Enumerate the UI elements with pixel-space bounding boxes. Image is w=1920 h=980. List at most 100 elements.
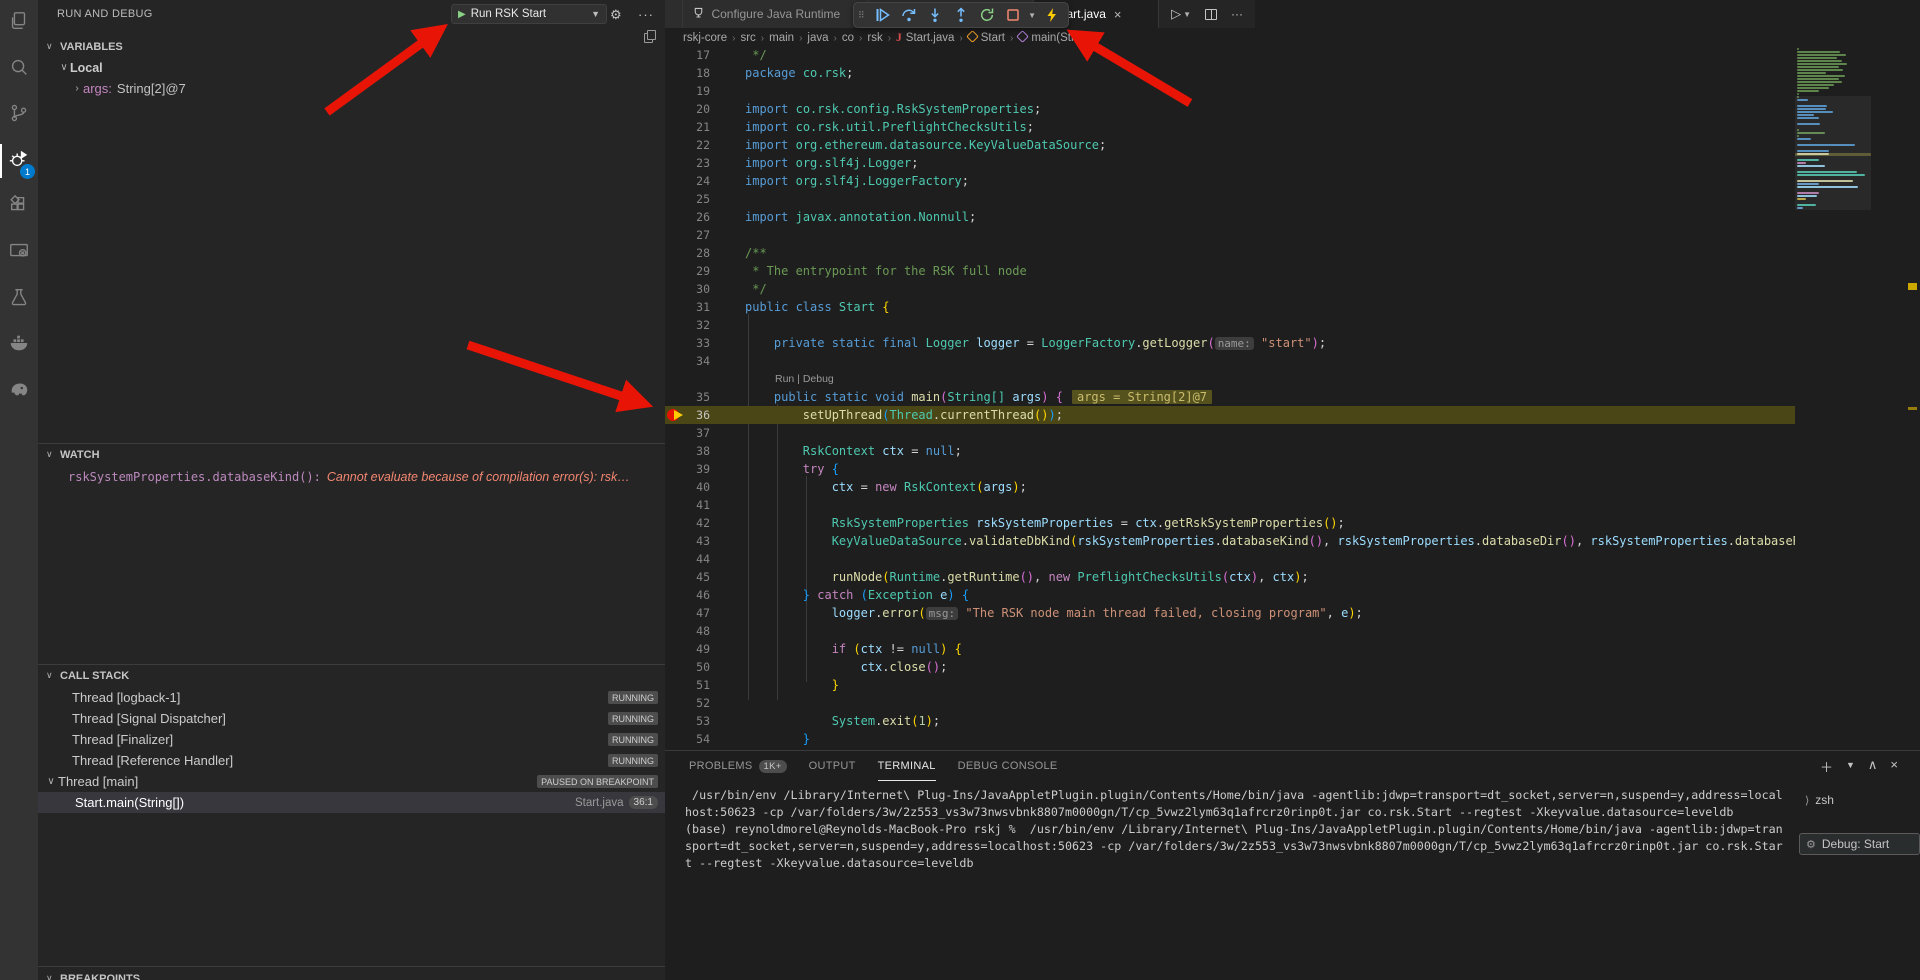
breadcrumb-item[interactable]: java xyxy=(807,32,828,44)
breakpoint-paused-icon[interactable] xyxy=(667,409,689,421)
line-number[interactable]: 29 xyxy=(665,262,710,280)
line-number[interactable]: 39 xyxy=(665,460,710,478)
close-panel-icon[interactable]: × xyxy=(1890,757,1898,776)
line-number[interactable]: 21 xyxy=(665,118,710,136)
drag-grip-icon[interactable]: ⠿ xyxy=(858,12,868,19)
breadcrumb-item[interactable]: rsk xyxy=(867,32,882,44)
call-stack-thread-row[interactable]: Thread [Reference Handler]RUNNING xyxy=(38,750,665,771)
variables-scope-local[interactable]: ∨ Local xyxy=(38,57,665,78)
restart-button[interactable] xyxy=(976,4,999,26)
continue-button[interactable] xyxy=(871,4,894,26)
line-number[interactable]: 30 xyxy=(665,280,710,298)
line-number[interactable]: 50 xyxy=(665,658,710,676)
watch-expression-row[interactable]: rskSystemProperties.databaseKind(): Cann… xyxy=(38,466,665,487)
line-number[interactable]: 25 xyxy=(665,190,710,208)
stop-menu-chevron-icon[interactable]: ▼ xyxy=(1028,11,1038,20)
maximize-panel-icon[interactable]: ∧ xyxy=(1868,757,1878,776)
stop-button[interactable] xyxy=(1002,4,1025,26)
editor-tab-configure-java-runtime[interactable]: Configure Java Runtime xyxy=(683,0,869,28)
panel-tab-terminal[interactable]: TERMINAL xyxy=(878,751,936,781)
terminal-item-zsh[interactable]: ⟩zsh xyxy=(1799,789,1920,811)
line-number[interactable]: 45 xyxy=(665,568,710,586)
chevron-down-icon[interactable]: ▼ xyxy=(591,9,600,19)
more-actions-icon[interactable]: ··· xyxy=(1231,7,1243,21)
activity-item-run-and-debug[interactable]: 1 xyxy=(0,138,38,184)
line-number[interactable]: 27 xyxy=(665,226,710,244)
breadcrumb-item[interactable]: main xyxy=(769,32,794,44)
line-number[interactable]: 42 xyxy=(665,514,710,532)
activity-item-extensions[interactable] xyxy=(0,184,38,230)
line-number[interactable]: 17 xyxy=(665,48,710,64)
activity-item-source-control[interactable] xyxy=(0,92,38,138)
panel-tab-problems[interactable]: PROBLEMS1K+ xyxy=(689,751,787,781)
breadcrumb-symbol[interactable]: main(String[]) xyxy=(1018,32,1100,44)
run-play-icon[interactable]: ▶ xyxy=(458,9,466,20)
terminal-item-debug-start[interactable]: ⚙Debug: Start xyxy=(1799,833,1920,855)
breadcrumb-file[interactable]: JStart.java xyxy=(896,32,954,44)
stack-frame-row[interactable]: Start.main(String[])Start.java36:1 xyxy=(38,792,665,813)
line-number[interactable]: 37 xyxy=(665,424,710,442)
activity-item-gradle[interactable] xyxy=(0,368,38,414)
line-number[interactable]: 18 xyxy=(665,64,710,82)
more-actions-icon[interactable]: ··· xyxy=(638,7,654,22)
activity-item-remote-explorer[interactable] xyxy=(0,230,38,276)
line-number[interactable]: 28 xyxy=(665,244,710,262)
terminal-dropdown-icon[interactable]: ▼ xyxy=(1846,757,1855,776)
line-number[interactable]: 20 xyxy=(665,100,710,118)
line-number[interactable]: 46 xyxy=(665,586,710,604)
close-icon[interactable]: × xyxy=(1114,7,1122,22)
line-number[interactable]: 26 xyxy=(665,208,710,226)
line-number[interactable]: 22 xyxy=(665,136,710,154)
breadcrumb-symbol[interactable]: Start xyxy=(968,32,1005,44)
line-number[interactable]: 38 xyxy=(665,442,710,460)
line-number[interactable]: 34 xyxy=(665,352,710,370)
watch-section-header[interactable]: ∨ WATCH xyxy=(38,444,665,465)
line-number[interactable]: 40 xyxy=(665,478,710,496)
line-number[interactable]: 43 xyxy=(665,532,710,550)
line-number[interactable]: 52 xyxy=(665,694,710,712)
breakpoints-section-header[interactable]: ∨ BREAKPOINTS xyxy=(38,968,665,980)
call-stack-thread-row[interactable]: Thread [Finalizer]RUNNING xyxy=(38,729,665,750)
new-terminal-icon[interactable]: ＋ xyxy=(1820,757,1833,776)
panel-tab-output[interactable]: OUTPUT xyxy=(809,751,856,781)
split-editor-icon[interactable] xyxy=(1205,9,1217,20)
call-stack-thread-row[interactable]: Thread [Signal Dispatcher]RUNNING xyxy=(38,708,665,729)
activity-item-explorer[interactable] xyxy=(0,0,38,46)
run-config-dropdown[interactable]: ▶ Run RSK Start ▼ xyxy=(451,4,607,24)
call-stack-thread-row[interactable]: Thread [logback-1]RUNNING xyxy=(38,687,665,708)
terminal-output[interactable]: /usr/bin/env /Library/Internet\ Plug-Ins… xyxy=(685,787,1815,977)
minimap-viewport[interactable] xyxy=(1795,96,1871,210)
codelens-run-debug[interactable]: Run | Debug xyxy=(775,370,834,388)
line-number[interactable]: 54 xyxy=(665,730,710,748)
line-number[interactable]: 48 xyxy=(665,622,710,640)
line-number[interactable]: 44 xyxy=(665,550,710,568)
line-number[interactable]: 19 xyxy=(665,82,710,100)
chevron-right-icon[interactable]: › xyxy=(71,83,83,94)
variable-args-row[interactable]: › args: String[2]@7 xyxy=(38,78,665,99)
call-stack-section-header[interactable]: ∨ CALL STACK xyxy=(38,665,665,686)
activity-item-testing-flask[interactable] xyxy=(0,276,38,322)
activity-item-search[interactable] xyxy=(0,46,38,92)
line-number[interactable]: 47 xyxy=(665,604,710,622)
line-number[interactable]: 31 xyxy=(665,298,710,316)
line-number[interactable]: 49 xyxy=(665,640,710,658)
breadcrumb-item[interactable]: co xyxy=(842,32,854,44)
code-editor[interactable]: 17 */18package co.rsk;1920import co.rsk.… xyxy=(665,48,1795,750)
gear-icon[interactable]: ⚙ xyxy=(610,7,622,23)
line-number[interactable]: 41 xyxy=(665,496,710,514)
activity-item-docker[interactable] xyxy=(0,322,38,368)
line-number[interactable]: 51 xyxy=(665,676,710,694)
panel-tab-debug-console[interactable]: DEBUG CONSOLE xyxy=(958,751,1058,781)
hot-code-replace-button[interactable] xyxy=(1041,4,1064,26)
call-stack-thread-row[interactable]: ∨Thread [main]PAUSED ON BREAKPOINT xyxy=(38,771,665,792)
breadcrumb-item[interactable]: rskj-core xyxy=(683,32,727,44)
step-over-button[interactable] xyxy=(897,4,920,26)
line-number[interactable]: 23 xyxy=(665,154,710,172)
run-java-button[interactable]: ▷▼ xyxy=(1171,6,1191,22)
step-into-button[interactable] xyxy=(923,4,946,26)
line-number[interactable]: 33 xyxy=(665,334,710,352)
line-number[interactable]: 24 xyxy=(665,172,710,190)
breadcrumb-item[interactable]: src xyxy=(740,32,755,44)
step-out-button[interactable] xyxy=(949,4,972,26)
line-number[interactable]: 53 xyxy=(665,712,710,730)
